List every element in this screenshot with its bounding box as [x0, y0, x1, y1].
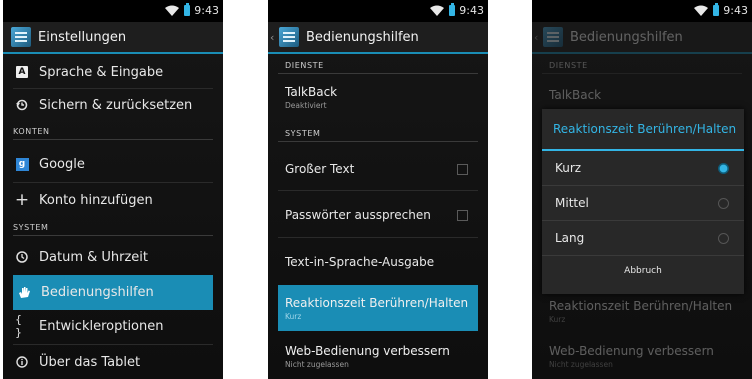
item-title: Reaktionszeit Berühren/Halten [549, 298, 733, 313]
item-speak-passwords[interactable]: Passwörter aussprechen [268, 196, 488, 234]
item-summary: Kurz [549, 314, 566, 324]
radio-unselected[interactable] [718, 233, 729, 244]
item-date-time[interactable]: Datum & Uhrzeit [3, 241, 223, 273]
accessibility-screen: 9:43 ‹ Bedienungshilfen DIENSTE TalkBack… [268, 0, 488, 379]
clock-icon [15, 251, 29, 263]
option-mittel[interactable]: Mittel [542, 186, 744, 221]
item-summary: Deaktiviert [285, 100, 327, 110]
cancel-button[interactable]: Abbruch [542, 255, 744, 285]
settings-list: A Sprache & Eingabe Sichern & zurücksetz… [3, 56, 223, 379]
clock: 9:43 [459, 4, 484, 17]
keyboard-a-icon: A [15, 66, 29, 78]
item-summary: Kurz [285, 311, 302, 321]
page-title: Einstellungen [38, 29, 127, 45]
item-backup-reset[interactable]: Sichern & zurücksetzen [3, 89, 223, 121]
page-title: Bedienungshilfen [306, 29, 419, 45]
option-label: Mittel [555, 196, 589, 210]
radio-selected[interactable] [718, 163, 729, 174]
restore-icon [15, 99, 29, 111]
option-label: Lang [555, 231, 585, 245]
item-label: Entwickleroptionen [39, 318, 164, 334]
item-title: Reaktionszeit Berühren/Halten [285, 295, 469, 310]
battery-icon [449, 3, 456, 16]
hand-icon [17, 286, 31, 299]
item-title: Web-Bedienung verbessern [549, 343, 714, 358]
item-large-text[interactable]: Großer Text [268, 150, 488, 188]
section-header-services: DIENSTE [549, 61, 588, 70]
item-web-accessibility: Web-Bedienung verbessern Nicht zugelasse… [532, 335, 752, 377]
item-title: Web-Bedienung verbessern [285, 343, 450, 358]
accessibility-list: DIENSTE TalkBack Deaktiviert SYSTEM Groß… [268, 56, 488, 379]
status-bar: 9:43 [532, 0, 752, 22]
section-header-system: SYSTEM [285, 129, 321, 138]
touch-hold-dialog: Reaktionszeit Berühren/Halten Kurz Mitte… [542, 109, 744, 294]
up-chevron-icon[interactable]: ‹ [270, 31, 276, 44]
item-tts-output[interactable]: Text-in-Sprache-Ausgabe [268, 243, 488, 281]
item-talkback: TalkBack [532, 80, 752, 110]
wifi-icon [430, 5, 445, 16]
item-developer-options[interactable]: { } Entwickleroptionen [3, 310, 223, 342]
item-title: TalkBack [549, 88, 602, 102]
item-add-account[interactable]: + Konto hinzufügen [3, 184, 223, 216]
item-language-input[interactable]: A Sprache & Eingabe [3, 56, 223, 88]
settings-app-icon [11, 27, 31, 47]
item-summary: Nicht zugelassen [549, 359, 613, 369]
action-bar: ‹ Bedienungshilfen [532, 22, 752, 54]
item-label: Konto hinzufügen [39, 192, 153, 208]
item-summary: Nicht zugelassen [285, 359, 349, 369]
item-web-accessibility[interactable]: Web-Bedienung verbessern Nicht zugelasse… [268, 335, 488, 377]
item-label: Datum & Uhrzeit [39, 249, 149, 265]
battery-icon [184, 3, 191, 16]
section-header-konten: KONTEN [13, 127, 50, 136]
info-icon [15, 356, 29, 368]
status-bar: 9:43 [268, 0, 488, 22]
item-label: Sprache & Eingabe [39, 64, 164, 80]
item-label: Bedienungshilfen [41, 285, 154, 300]
section-header-system: SYSTEM [13, 223, 49, 232]
status-bar: 9:43 [3, 0, 223, 22]
item-label: Google [39, 156, 85, 172]
radio-unselected[interactable] [718, 198, 729, 209]
item-label: Sichern & zurücksetzen [39, 97, 193, 113]
action-bar: Einstellungen [3, 22, 223, 54]
item-accessibility[interactable]: Bedienungshilfen [13, 275, 213, 310]
item-label: Über das Tablet [39, 354, 141, 370]
page-title: Bedienungshilfen [570, 29, 683, 45]
item-about-tablet[interactable]: Über das Tablet [3, 346, 223, 378]
item-title: Großer Text [285, 162, 355, 176]
item-google[interactable]: g Google [3, 148, 223, 180]
settings-screen: 9:43 Einstellungen A Sprache & Eingabe S… [3, 0, 223, 379]
braces-icon: { } [15, 313, 22, 339]
item-talkback[interactable]: TalkBack Deaktiviert [268, 76, 488, 118]
battery-icon [713, 3, 720, 16]
item-title: Passwörter aussprechen [285, 208, 431, 222]
option-lang[interactable]: Lang [542, 221, 744, 256]
wifi-icon [165, 5, 180, 16]
speak-passwords-checkbox[interactable] [457, 209, 468, 221]
google-icon: g [15, 157, 29, 171]
settings-app-icon[interactable] [279, 27, 299, 47]
clock: 9:43 [194, 4, 219, 17]
option-kurz[interactable]: Kurz [542, 151, 744, 186]
plus-icon: + [14, 190, 30, 210]
clock: 9:43 [723, 4, 748, 17]
item-touch-hold-delay[interactable]: Reaktionszeit Berühren/Halten Kurz [278, 285, 478, 331]
touch-hold-dialog-screen: 9:43 ‹ Bedienungshilfen DIENSTE TalkBack… [532, 0, 752, 379]
action-bar[interactable]: ‹ Bedienungshilfen [268, 22, 488, 54]
item-title: Text-in-Sprache-Ausgabe [285, 255, 435, 269]
item-touch-hold-delay: Reaktionszeit Berühren/Halten Kurz [532, 290, 752, 332]
up-chevron-icon: ‹ [534, 30, 539, 44]
option-label: Kurz [555, 161, 582, 175]
settings-app-icon [543, 27, 563, 47]
large-text-checkbox[interactable] [457, 163, 468, 175]
dialog-title: Reaktionszeit Berühren/Halten [542, 109, 744, 151]
section-header-services: DIENSTE [285, 61, 324, 70]
wifi-icon [694, 5, 709, 16]
item-title: TalkBack [285, 84, 338, 99]
